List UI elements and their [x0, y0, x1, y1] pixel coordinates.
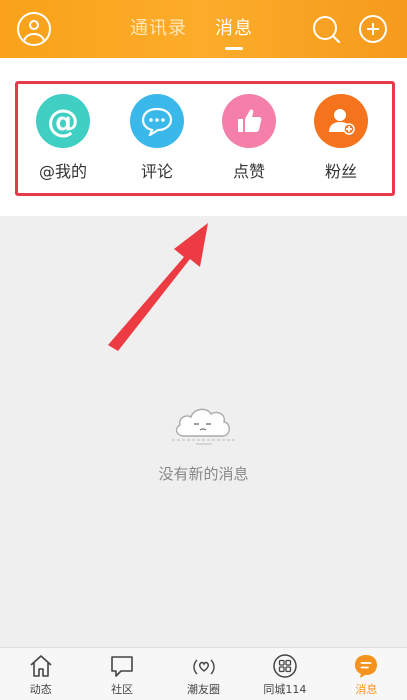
message-categories: @ @我的 评论 点赞 粉丝	[0, 58, 407, 216]
nav-label: 社区	[111, 683, 134, 696]
nav-community[interactable]: 社区	[81, 648, 162, 700]
sleepy-cloud-icon	[172, 408, 236, 445]
nav-feed[interactable]: 动态	[0, 648, 81, 700]
add-follower-icon	[314, 94, 368, 148]
category-mentions[interactable]: @ @我的	[28, 94, 98, 182]
tab-messages[interactable]: 消息	[215, 14, 253, 48]
category-label: @我的	[38, 162, 87, 181]
heart-signal-icon	[192, 659, 215, 675]
at-icon: @	[36, 94, 90, 148]
category-label: 点赞	[232, 162, 265, 181]
grid-icon	[273, 654, 297, 678]
add-icon[interactable]	[359, 15, 387, 43]
search-icon[interactable]	[312, 15, 340, 43]
top-bar: 通讯录 消息	[0, 0, 407, 58]
thumbs-up-icon	[222, 94, 276, 148]
nav-local[interactable]: 同城114	[244, 648, 325, 700]
pointer-arrow-icon	[108, 223, 208, 351]
category-label: 粉丝	[324, 162, 357, 181]
category-followers[interactable]: 粉丝	[306, 94, 376, 182]
chat-bubble-icon	[111, 656, 133, 677]
nav-label: 消息	[355, 683, 378, 696]
comment-icon	[130, 94, 184, 148]
empty-state-text: 没有新的消息	[158, 465, 249, 483]
tab-contacts[interactable]: 通讯录	[130, 14, 187, 48]
home-icon	[30, 655, 52, 677]
nav-label: 动态	[29, 683, 52, 696]
nav-messages[interactable]: 消息	[326, 648, 407, 700]
message-icon	[355, 655, 378, 678]
category-comments[interactable]: 评论	[122, 94, 192, 182]
profile-avatar-icon[interactable]	[17, 12, 51, 46]
messages-screen: 通讯录 消息 @ @我的 评论 点赞 粉丝 没有新的消息 动态 社区 潮友圈 同…	[0, 0, 407, 700]
category-likes[interactable]: 点赞	[214, 94, 284, 182]
header-tabs: 通讯录 消息	[130, 14, 253, 48]
nav-label: 同城114	[263, 683, 307, 696]
bottom-navigation: 动态 社区 潮友圈 同城114 消息	[0, 647, 407, 700]
nav-label: 潮友圈	[187, 683, 221, 696]
nav-moments[interactable]: 潮友圈	[163, 648, 244, 700]
category-label: 评论	[140, 162, 173, 181]
